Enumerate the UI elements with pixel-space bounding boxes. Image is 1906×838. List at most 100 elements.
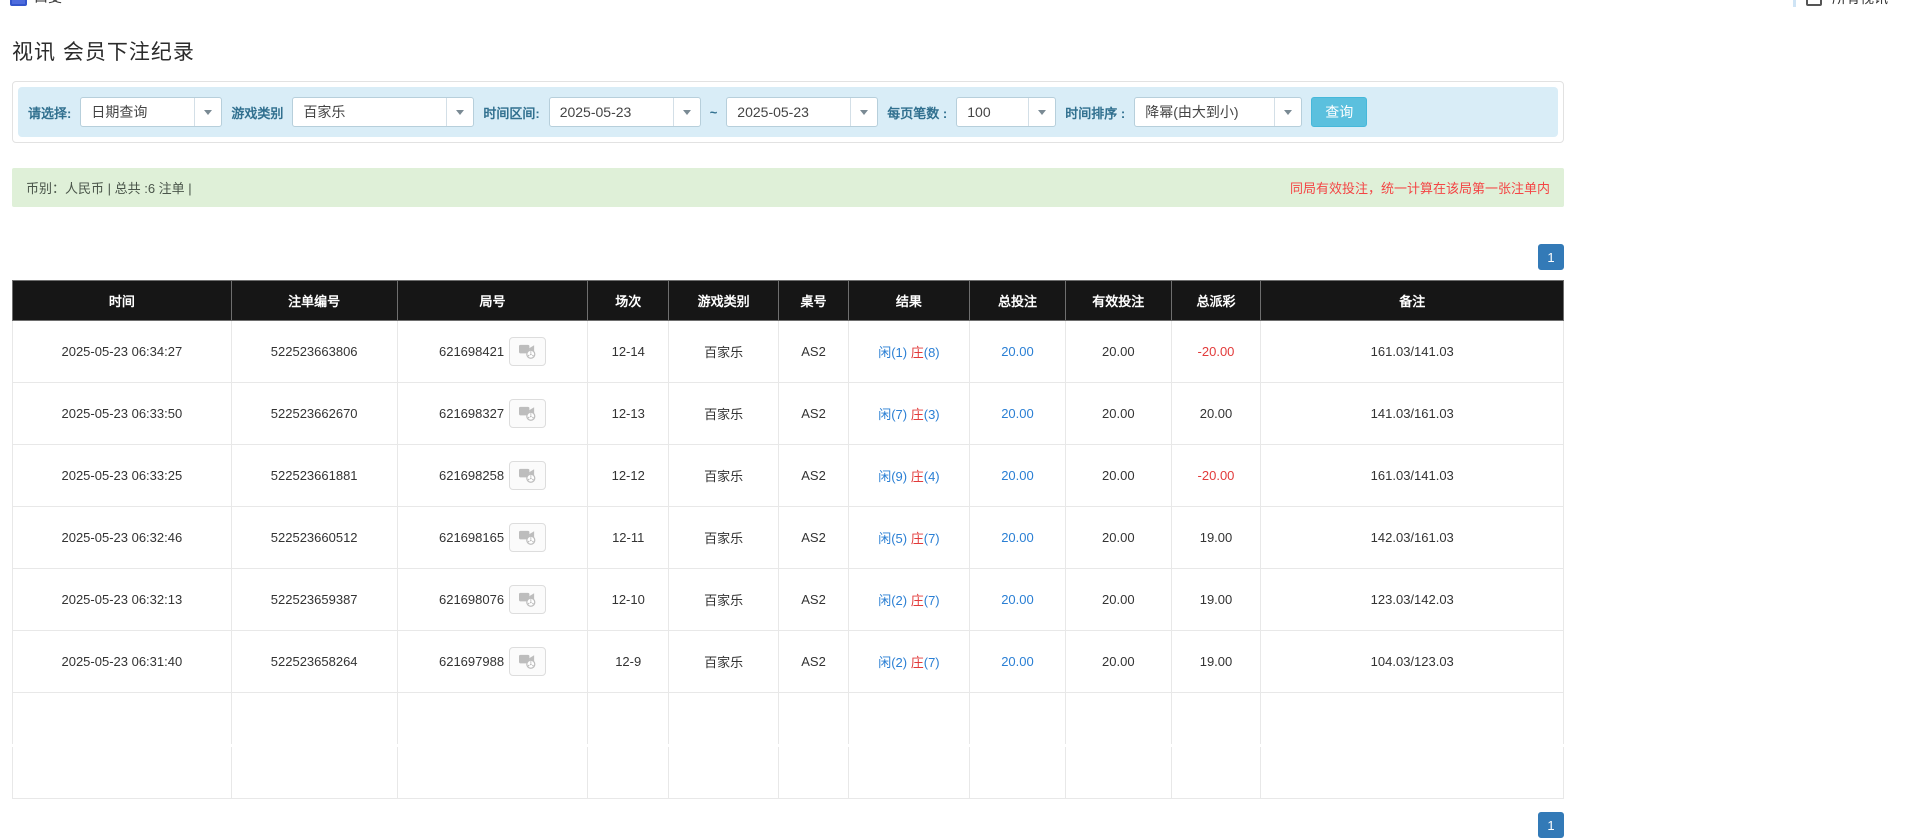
cell-round-id: 621698165	[439, 530, 504, 545]
cell-session: 12-11	[588, 507, 669, 569]
cell-remark: 123.03/142.03	[1261, 569, 1564, 631]
sort-order-label: 时间排序 :	[1065, 103, 1125, 122]
cell-valid-bet: 20.00	[1066, 569, 1171, 631]
game-type-value: 百家乐	[293, 98, 446, 126]
cell-round-id: 621698076	[439, 592, 504, 607]
cell-game-type: 百家乐	[669, 321, 779, 383]
cell-table-no: AS2	[779, 507, 849, 569]
query-type-select[interactable]: 日期查询	[80, 97, 222, 127]
top-right-label: 所有视讯	[1832, 0, 1888, 8]
game-type-label: 游戏类别	[231, 103, 283, 122]
cell-bet-id: 522523663806	[231, 321, 397, 383]
grand-total-total-bet: 120.00	[969, 746, 1065, 799]
chevron-down-icon	[1274, 98, 1301, 126]
date-to-select[interactable]: 2025-05-23	[726, 97, 878, 127]
page-size-value: 100	[957, 98, 1028, 126]
video-replay-button[interactable]	[509, 647, 546, 676]
cell-payout: -20.00	[1171, 445, 1261, 507]
result-player: 闲(5)	[878, 531, 911, 546]
video-replay-button[interactable]	[509, 399, 546, 428]
result-banker: 庄	[911, 655, 924, 670]
result-player: 闲(2)	[878, 655, 911, 670]
date-to-value: 2025-05-23	[727, 98, 850, 126]
video-replay-icon	[518, 528, 537, 548]
cell-remark: 104.03/123.03	[1261, 631, 1564, 693]
sort-order-value: 降幂(由大到小)	[1135, 98, 1274, 126]
header-game-type: 游戏类别	[669, 281, 779, 321]
table-row: 2025-05-23 06:32:13 522523659387 6216980…	[13, 569, 1564, 631]
page-size-select[interactable]: 100	[956, 97, 1056, 127]
result-player: 闲(7)	[878, 407, 911, 422]
query-type-label: 请选择:	[28, 103, 71, 122]
cell-session: 12-13	[588, 383, 669, 445]
table-body: 2025-05-23 06:34:27 522523663806 6216984…	[13, 321, 1564, 693]
divider	[1793, 0, 1796, 7]
chevron-down-icon	[850, 98, 877, 126]
result-banker-value: (7)	[924, 593, 940, 608]
cell-game-type: 百家乐	[669, 445, 779, 507]
cell-time: 2025-05-23 06:32:13	[13, 569, 232, 631]
subtotal-total-bet: 120.00	[969, 693, 1065, 746]
cell-total-bet[interactable]: 20.00	[1001, 592, 1034, 607]
result-banker-value: (4)	[924, 469, 940, 484]
cell-total-bet[interactable]: 20.00	[1001, 530, 1034, 545]
cell-valid-bet: 20.00	[1066, 445, 1171, 507]
blue-grid-icon	[10, 0, 27, 6]
cell-time: 2025-05-23 06:34:27	[13, 321, 232, 383]
cell-time: 2025-05-23 06:31:40	[13, 631, 232, 693]
cell-valid-bet: 20.00	[1066, 321, 1171, 383]
result-banker-value: (7)	[924, 655, 940, 670]
cell-total-bet[interactable]: 20.00	[1001, 654, 1034, 669]
cell-total-bet[interactable]: 20.00	[1001, 344, 1034, 359]
grand-total-label: 总计	[13, 746, 232, 799]
grand-total-valid-bet: 120.00	[1066, 746, 1171, 799]
cell-bet-id: 522523662670	[231, 383, 397, 445]
clipboard-icon	[1806, 0, 1822, 6]
video-replay-button[interactable]	[509, 523, 546, 552]
table-row: 2025-05-23 06:33:25 522523661881 6216982…	[13, 445, 1564, 507]
top-left-label: 曰变	[34, 0, 62, 7]
video-replay-button[interactable]	[509, 585, 546, 614]
cell-game-type: 百家乐	[669, 569, 779, 631]
table-row: 2025-05-23 06:31:40 522523658264 6216979…	[13, 631, 1564, 693]
header-bet-id: 注单编号	[231, 281, 397, 321]
pagination-top: 1	[12, 244, 1564, 270]
table-row: 2025-05-23 06:32:46 522523660512 6216981…	[13, 507, 1564, 569]
page-button-1[interactable]: 1	[1538, 244, 1564, 270]
top-right-clipped-control[interactable]: 所有视讯	[1793, 0, 1888, 8]
video-replay-icon	[518, 466, 537, 486]
cell-time: 2025-05-23 06:33:50	[13, 383, 232, 445]
sort-order-select[interactable]: 降幂(由大到小)	[1134, 97, 1302, 127]
header-total-bet: 总投注	[969, 281, 1065, 321]
top-left-clipped-control[interactable]: 曰变	[10, 0, 79, 7]
result-player: 闲(2)	[878, 593, 911, 608]
video-replay-icon	[518, 342, 537, 362]
date-from-select[interactable]: 2025-05-23	[549, 97, 701, 127]
cell-session: 12-9	[588, 631, 669, 693]
cell-table-no: AS2	[779, 631, 849, 693]
video-replay-button[interactable]	[509, 337, 546, 366]
header-remark: 备注	[1261, 281, 1564, 321]
page-button-1[interactable]: 1	[1538, 812, 1564, 838]
game-type-select[interactable]: 百家乐	[292, 97, 474, 127]
cell-table-no: AS2	[779, 383, 849, 445]
cell-round-id: 621698421	[439, 344, 504, 359]
subtotal-count: 6	[231, 693, 397, 746]
cell-round-id: 621697988	[439, 654, 504, 669]
cell-session: 12-14	[588, 321, 669, 383]
video-replay-icon	[518, 652, 537, 672]
video-replay-button[interactable]	[509, 461, 546, 490]
search-button[interactable]: 查询	[1311, 97, 1367, 127]
page-size-label: 每页笔数 :	[887, 103, 947, 122]
subtotal-row: 小计 6 120.00 120.00 37.00	[13, 693, 1564, 746]
cell-payout: 20.00	[1171, 383, 1261, 445]
cell-total-bet[interactable]: 20.00	[1001, 406, 1034, 421]
header-session: 场次	[588, 281, 669, 321]
video-replay-icon	[518, 404, 537, 424]
cell-remark: 142.03/161.03	[1261, 507, 1564, 569]
result-player: 闲(9)	[878, 469, 911, 484]
time-range-label: 时间区间:	[483, 103, 539, 122]
cell-time: 2025-05-23 06:33:25	[13, 445, 232, 507]
query-type-value: 日期查询	[81, 98, 194, 126]
cell-total-bet[interactable]: 20.00	[1001, 468, 1034, 483]
